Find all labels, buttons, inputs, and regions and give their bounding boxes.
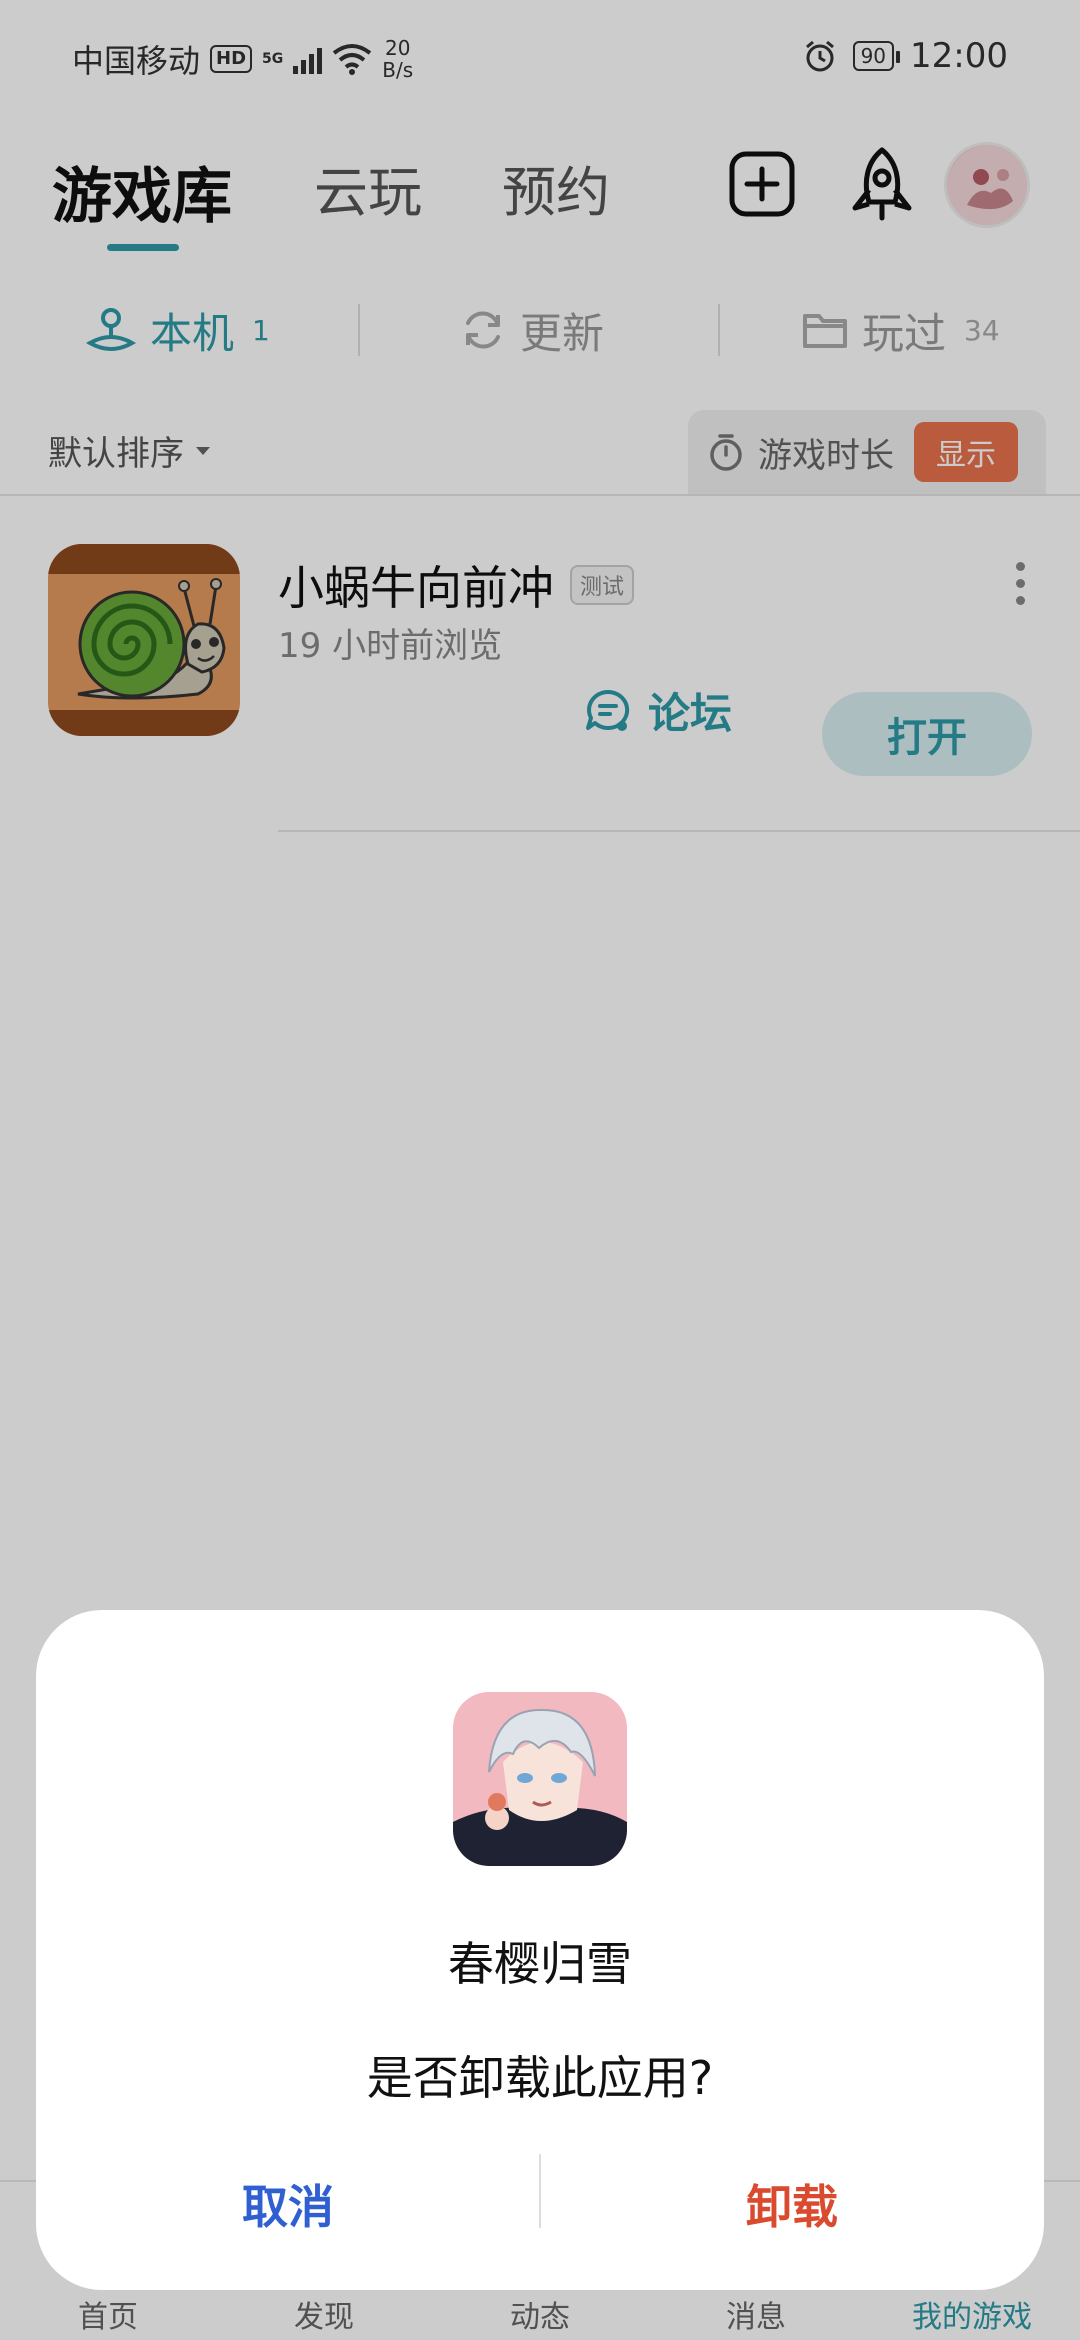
app-icon [453,1692,627,1866]
game-library-screen: 中国移动 HD 5G 20 B/s 90 12:00 游戏库 云玩 预约 本机 … [0,0,1080,2340]
cancel-button[interactable]: 取消 [36,2156,540,2252]
uninstall-button[interactable]: 卸载 [540,2156,1044,2252]
dialog-app-name: 春樱归雪 [448,1937,632,1991]
dialog-message: 是否卸载此应用? [366,2051,714,2105]
uninstall-dialog: 春樱归雪 是否卸载此应用? 取消 卸载 [36,1610,1044,2290]
anime-character-icon [453,1692,627,1866]
